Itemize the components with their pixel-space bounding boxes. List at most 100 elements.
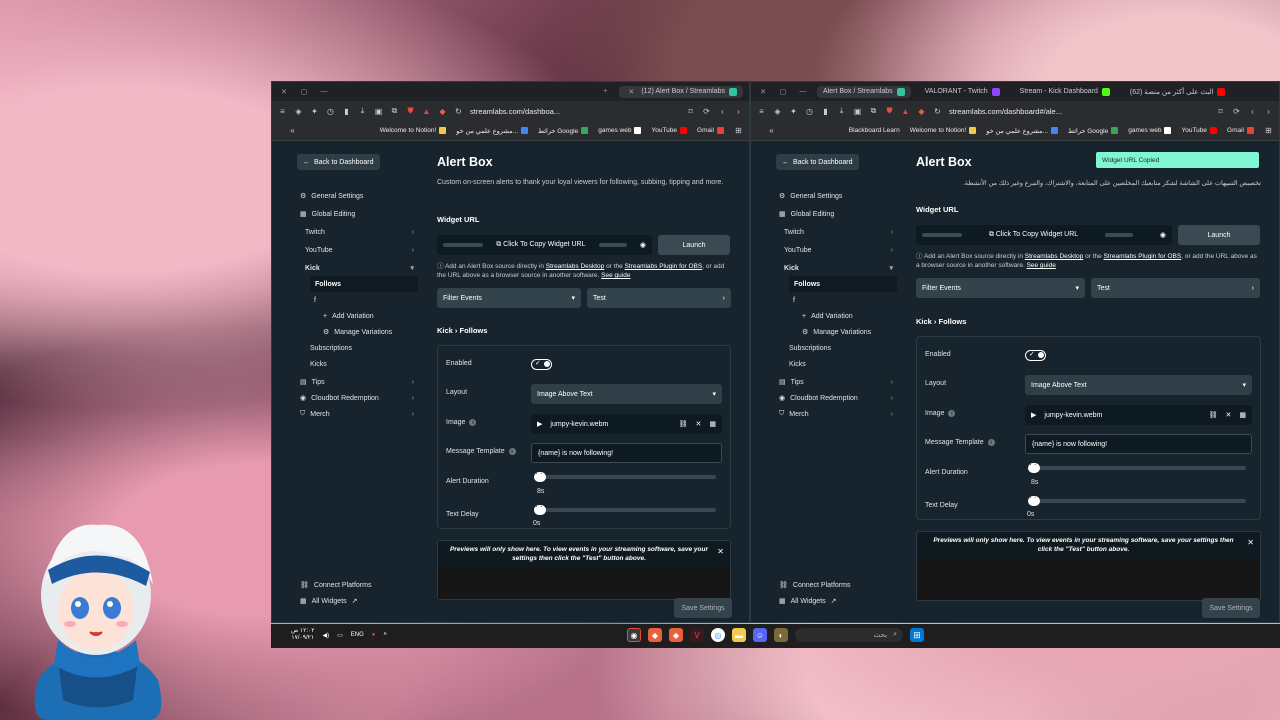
downloads-icon[interactable]: ⤓ [837,106,846,116]
all-widgets-link[interactable]: ▦ All Widgets ↗ [779,593,897,609]
sidebar-item-manage-variations[interactable]: ⚙ Manage Variations [779,324,897,340]
bookmark-icon[interactable]: ⌑ [1216,107,1225,116]
connect-platforms-link[interactable]: ⛓ Connect Platforms [779,577,897,593]
obs-plugin-link[interactable]: Streamlabs Plugin for OBS [625,263,703,270]
filter-events-select[interactable]: Filter Events ▾ [916,278,1085,298]
test-select[interactable]: Test › [1091,278,1260,298]
tab-valorant[interactable]: VALORANT - Twitch [919,86,1006,98]
reload-page-icon[interactable]: ↻ [454,107,463,116]
bookmark-notion[interactable]: Welcome to Notion! [910,127,977,134]
brave-icon[interactable]: ◆ [438,107,447,116]
restore-window-icon[interactable]: ▢ [298,88,310,96]
bookmark-youtube[interactable]: YouTube [1181,127,1218,134]
media-gallery-icon[interactable]: ▦ [1239,411,1246,419]
back-to-dashboard-button[interactable]: ← Back to Dashboard [776,154,859,170]
save-settings-button[interactable]: Save Settings [1202,598,1260,618]
app-v-icon[interactable]: V [690,628,704,642]
sidebar-item-subscriptions[interactable]: Subscriptions [779,340,897,356]
history-icon[interactable]: ◷ [326,107,335,116]
bookmark-maps[interactable]: خرائط Google [538,127,589,135]
vpn-icon[interactable]: ◈ [294,107,303,116]
screenshot-icon[interactable]: ▣ [374,107,383,116]
link-icon[interactable]: ⛓ [1209,411,1218,419]
sidebar-item-follows[interactable]: Follows [310,276,418,292]
eye-icon[interactable]: ◉ [1160,231,1166,239]
forward-icon[interactable]: › [1264,107,1273,116]
warning-icon[interactable]: ▲ [901,107,910,116]
text-delay-slider[interactable] [1028,493,1246,506]
sidebar-item-tips[interactable]: ▤ Tips › [300,374,418,390]
obs-icon[interactable]: ◉ [627,628,641,642]
apps-grid-icon[interactable]: ⊞ [734,126,743,135]
bookmark-project[interactable]: مشروع علمي من خو... [456,127,529,135]
address-bar[interactable]: streamlabs.com/dashboa... [470,107,679,116]
save-settings-button[interactable]: Save Settings [674,598,732,618]
bookmarks-chevron-icon[interactable]: « [767,126,776,135]
back-icon[interactable]: ‹ [718,107,727,116]
sidebar-item-twitch[interactable]: Twitch › [300,224,418,240]
close-icon[interactable]: ✕ [717,547,724,556]
sidebar-item-youtube[interactable]: YouTube › [779,242,897,258]
slider-handle[interactable] [534,502,546,515]
taskbar-search[interactable]: بحث ⌕ [795,628,903,642]
sidebar-icon[interactable]: ▮ [342,107,351,116]
minimize-window-icon[interactable]: — [797,88,809,95]
test-select[interactable]: Test › [587,288,731,308]
discord-icon[interactable]: ☺ [753,628,767,642]
vpn-icon[interactable]: ◈ [773,107,782,116]
layout-select[interactable]: Image Above Text ▾ [531,384,722,404]
message-template-input[interactable]: {name} is now following! [1025,434,1252,454]
minimize-window-icon[interactable]: — [318,88,330,95]
info-icon[interactable]: i [987,439,995,446]
message-template-input[interactable]: {name} is now following! [531,443,722,463]
refresh-icon[interactable]: ⟳ [1232,107,1241,116]
streamlabs-desktop-link[interactable]: Streamlabs Desktop [1025,253,1084,260]
alert-duration-slider[interactable] [534,469,716,482]
sidebar-item-twitch[interactable]: Twitch › [779,224,897,240]
menu-icon[interactable]: ≡ [757,107,766,116]
sidebar-item-general-settings[interactable]: ⚙ General Settings [779,188,897,204]
close-window-icon[interactable]: ✕ [757,88,769,96]
sidebar-item-global-editing[interactable]: ▦ Global Editing [779,206,897,222]
bookmark-maps[interactable]: خرائط Google [1068,127,1119,135]
sidebar-item-kick[interactable]: Kick ▾ [300,260,418,276]
bookmark-blackboard[interactable]: Blackboard Learn [849,127,900,134]
menu-icon[interactable]: ≡ [278,107,287,116]
brave-icon[interactable]: ◆ [917,107,926,116]
copy-widget-url-field[interactable]: ⧉ Click To Copy Widget URL ◉ [916,225,1172,245]
enabled-toggle[interactable]: ✓ [1025,350,1046,361]
sidebar-item-cloudbot[interactable]: ◉ Cloudbot Redemption › [779,390,897,406]
file-explorer-icon[interactable]: ▬ [732,628,746,642]
new-tab-icon[interactable]: + [599,88,611,95]
sidebar-item-general-settings[interactable]: ⚙ General Settings [300,188,418,204]
launch-button[interactable]: Launch [658,235,730,255]
media-gallery-icon[interactable]: ▦ [709,420,716,428]
shield-icon[interactable]: ⛊ [406,106,415,116]
image-field[interactable]: ▶ jumpy-kevin.webm ⛓ ✕ ▦ [1025,405,1252,425]
sidebar-item-manage-variations[interactable]: ⚙ Manage Variations [300,324,418,340]
sidebar-item-variation-f[interactable]: f [300,292,418,308]
image-field[interactable]: ▶ jumpy-kevin.webm ⛓ ✕ ▦ [531,414,722,434]
sidebar-item-kick[interactable]: Kick ▾ [779,260,897,276]
launch-button[interactable]: Launch [1178,225,1260,245]
screenshot-icon[interactable]: ▣ [853,107,862,116]
close-window-icon[interactable]: ✕ [278,88,290,96]
sidebar-item-merch[interactable]: ⛉ Merch › [300,406,418,422]
refresh-icon[interactable]: ⟳ [702,107,711,116]
sidebar-item-add-variation[interactable]: + Add Variation [779,308,897,324]
tab-alert-box[interactable]: Alert Box / Streamlabs [817,85,911,98]
clear-icon[interactable]: ✕ [1226,411,1232,419]
see-guide-link[interactable]: See guide [1027,262,1056,269]
info-icon[interactable]: i [508,448,516,455]
copy-widget-url-field[interactable]: ⧉ Click To Copy Widget URL ◉ [437,235,652,255]
extensions-icon[interactable]: ✦ [789,107,798,116]
sidebar-item-kicks[interactable]: Kicks [300,356,418,372]
all-widgets-link[interactable]: ▦ All Widgets ↗ [300,593,418,609]
sidebar-item-kicks[interactable]: Kicks [779,356,897,372]
apps-grid-icon[interactable]: ⊞ [1264,126,1273,135]
sidebar-item-cloudbot[interactable]: ◉ Cloudbot Redemption › [300,390,418,406]
forward-icon[interactable]: › [734,107,743,116]
sidebar-item-merch[interactable]: ⛉ Merch › [779,406,897,422]
brave-browser-icon[interactable]: ◆ [669,628,683,642]
chevron-up-icon[interactable]: ˄ [383,632,387,638]
